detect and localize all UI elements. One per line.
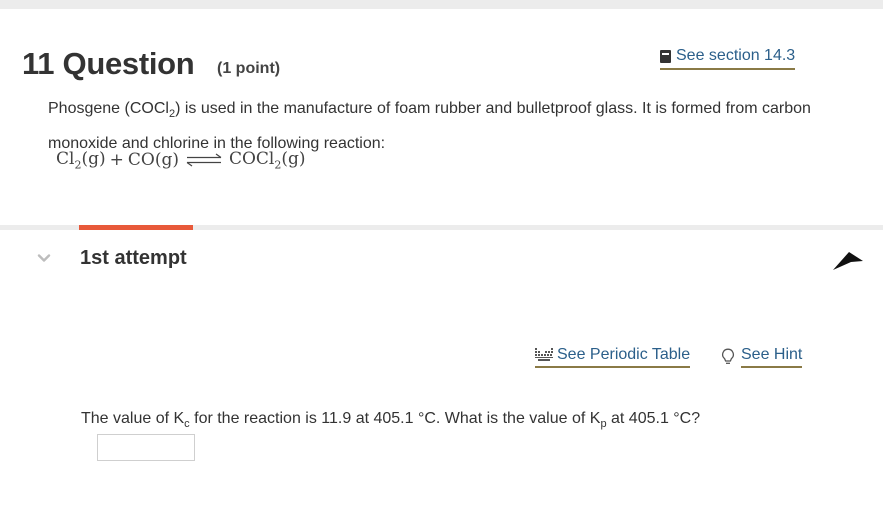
see-section-label: See section 14.3 [676,47,796,64]
see-hint-link[interactable]: See Hint [721,346,803,368]
equilibrium-arrow-icon [186,153,222,167]
plus-sign: + [109,150,124,171]
attempt-title[interactable]: 1st attempt [80,247,187,270]
question-title: 11 Question [22,46,195,81]
kp-answer-input[interactable] [97,434,195,461]
top-strip [0,0,883,9]
question-points: (1 point) [217,60,281,77]
product-1: COCl2(g) [228,149,306,172]
see-hint-label: See Hint [741,346,803,368]
see-section-link[interactable]: See section 14.3 [660,47,796,70]
attempt-tab-indicator [79,225,193,230]
chevron-down-icon[interactable] [37,251,51,265]
book-icon [660,49,671,63]
reactant-2: CO(g) [127,150,179,171]
periodic-table-label: See Periodic Table [557,346,691,363]
lightbulb-icon [722,348,734,364]
kc-kp-question: The value of Kc for the reaction is 11.9… [81,410,701,431]
reactant-1: Cl2(g) [56,149,106,172]
bookmark-flag-icon[interactable] [831,250,865,272]
reaction-equation: Cl2(g) + CO(g) COCl2(g) [56,149,306,171]
periodic-table-link[interactable]: See Periodic Table [535,346,691,368]
periodic-table-icon [535,348,553,361]
